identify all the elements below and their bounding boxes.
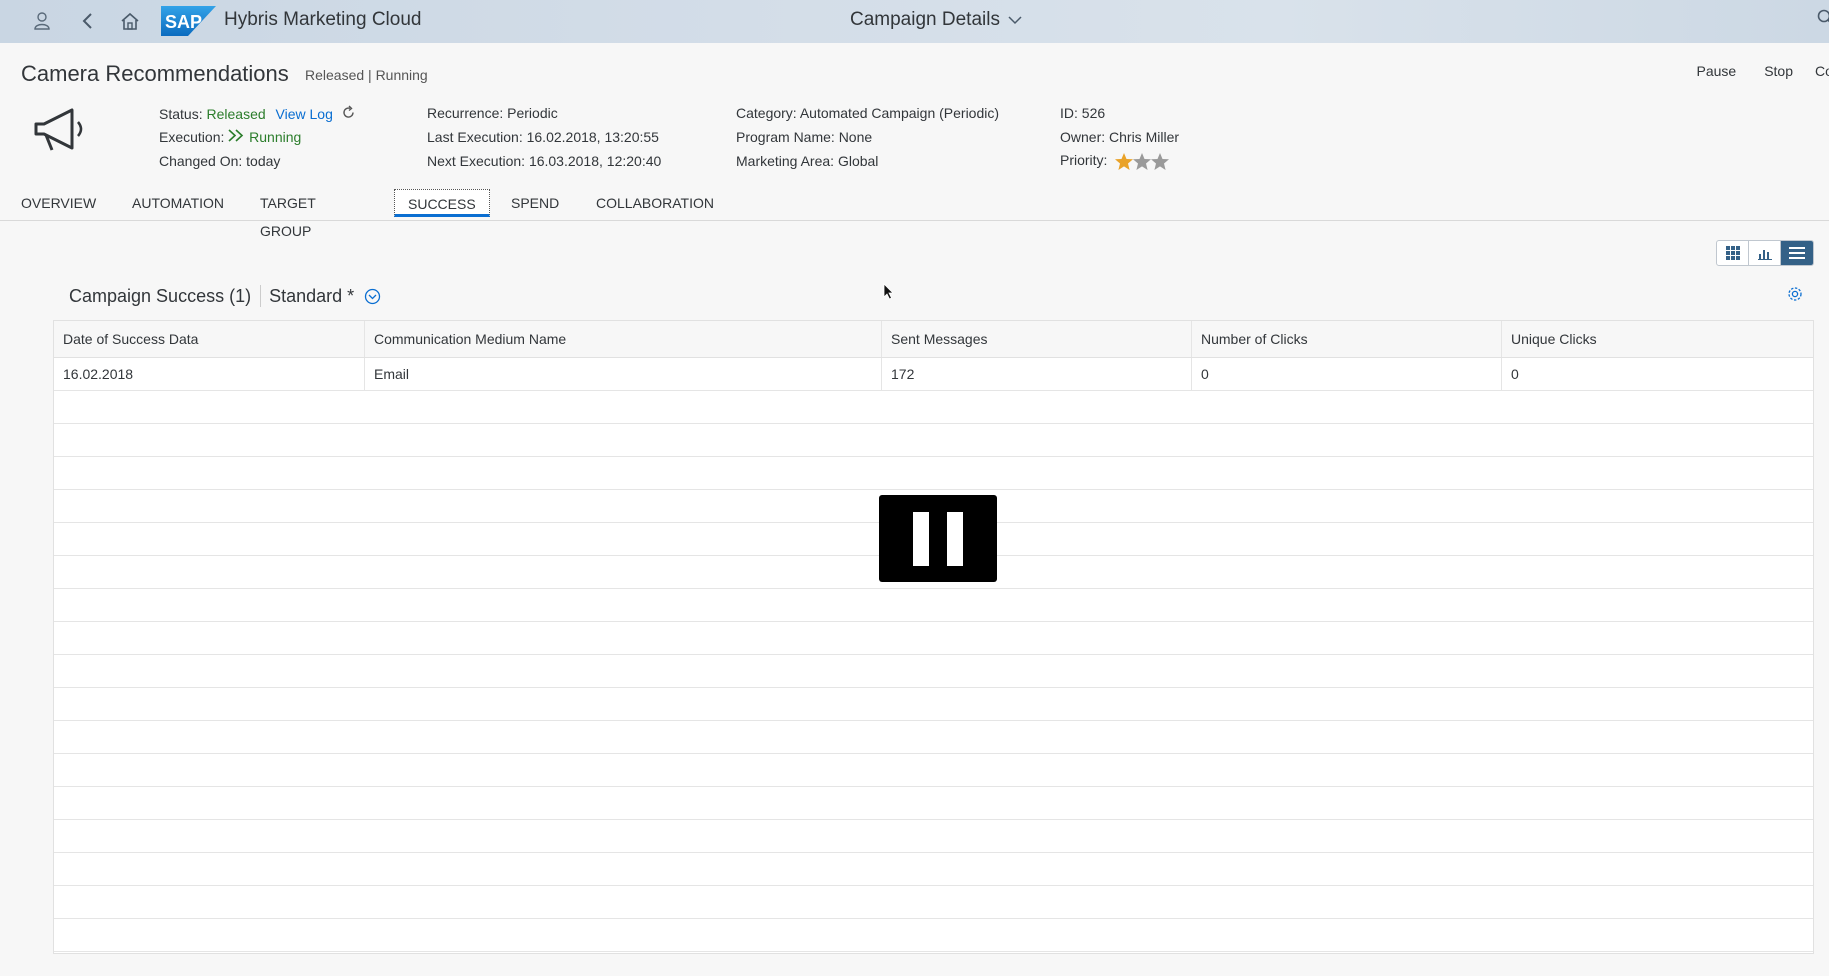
pause-bar [947, 511, 963, 566]
next-execution: Next Execution: 16.03.2018, 12:20:40 [427, 153, 662, 169]
star-filled-icon [1115, 152, 1134, 170]
empty-table-row [54, 886, 1813, 919]
object-title: Camera Recommendations [21, 61, 289, 86]
variant-dropdown-icon[interactable] [364, 288, 381, 305]
page-title-menu[interactable]: Campaign Details [850, 9, 1022, 31]
table-toolbar: Campaign Success (1) Standard * [69, 285, 381, 307]
column-header[interactable]: Date of Success Data [54, 321, 365, 357]
success-table: Date of Success Data Communication Mediu… [53, 320, 1814, 954]
view-log-link[interactable]: View Log [276, 106, 333, 122]
empty-table-row [54, 655, 1813, 688]
priority-rating[interactable] [1115, 152, 1170, 170]
column-header[interactable]: Sent Messages [882, 321, 1192, 357]
column-header[interactable]: Communication Medium Name [365, 321, 882, 357]
table-title: Campaign Success (1) [69, 285, 252, 306]
tab-target-group[interactable]: TARGET GROUP [247, 189, 329, 239]
changed-on: Changed On: today [159, 153, 281, 169]
last-execution: Last Execution: 16.02.2018, 13:20:55 [427, 129, 659, 145]
campaign-id: ID: 526 [1060, 105, 1106, 121]
cell-medium: Email [365, 358, 882, 390]
empty-table-row [54, 919, 1813, 952]
empty-table-row [54, 787, 1813, 820]
table-row[interactable]: 16.02.2018 Email 172 0 0 [54, 358, 1813, 391]
home-icon[interactable] [117, 8, 143, 34]
running-icon [228, 129, 244, 142]
tab-spend[interactable]: SPEND [498, 189, 572, 217]
execution-attr: Execution: Running [159, 129, 301, 145]
recurrence: Recurrence: Periodic [427, 105, 558, 121]
video-pause-overlay[interactable] [879, 495, 997, 582]
column-header[interactable]: Number of Clicks [1192, 321, 1502, 357]
empty-table-row [54, 391, 1813, 424]
empty-table-row [54, 721, 1813, 754]
empty-table-row [54, 853, 1813, 886]
status-value: Released [206, 106, 266, 122]
cell-date: 16.02.2018 [54, 358, 365, 390]
tab-collaboration[interactable]: COLLABORATION [583, 189, 727, 217]
marketing-area: Marketing Area: Global [736, 153, 879, 169]
empty-table-row [54, 424, 1813, 457]
star-empty-icon [1133, 152, 1152, 170]
user-icon[interactable] [29, 8, 55, 34]
priority-attr: Priority: [1060, 152, 1170, 170]
empty-rows [54, 391, 1813, 952]
empty-table-row [54, 622, 1813, 655]
table-header: Date of Success Data Communication Mediu… [54, 321, 1813, 358]
list-icon [1789, 247, 1805, 259]
priority-label: Priority: [1060, 152, 1108, 168]
status-attr: Status: Released View Log [159, 105, 356, 122]
settings-gear-icon[interactable] [1787, 286, 1803, 302]
stop-button[interactable]: Stop [1764, 63, 1793, 79]
status-label: Status: [159, 106, 203, 122]
grid-view-button[interactable] [1717, 241, 1749, 265]
tab-success[interactable]: SUCCESS [394, 189, 490, 217]
table-view-button[interactable] [1781, 241, 1813, 265]
grid-icon [1725, 246, 1740, 260]
tab-automation[interactable]: AUTOMATION [119, 189, 237, 217]
column-header[interactable]: Unique Clicks [1502, 321, 1813, 357]
divider [260, 285, 262, 307]
sap-logo-text: SAP [165, 12, 202, 32]
program-name: Program Name: None [736, 129, 873, 145]
category: Category: Automated Campaign (Periodic) [736, 105, 1000, 121]
cell-sent: 172 [882, 358, 1192, 390]
object-header: Camera Recommendations Released | Runnin… [0, 43, 1829, 239]
more-action-button[interactable]: Co [1815, 63, 1829, 79]
page-title-text: Campaign Details [850, 9, 1000, 30]
execution-value: Running [249, 129, 302, 145]
empty-table-row [54, 754, 1813, 787]
star-empty-icon [1151, 152, 1170, 170]
owner: Owner: Chris Miller [1060, 129, 1180, 145]
megaphone-icon [34, 108, 83, 151]
view-switch [1716, 240, 1814, 266]
execution-label: Execution: [159, 129, 225, 145]
bar-chart-icon [1757, 250, 1772, 260]
header-actions: Pause Stop Co [1668, 63, 1829, 79]
empty-table-row [54, 457, 1813, 490]
pause-button[interactable]: Pause [1696, 63, 1736, 79]
sap-logo[interactable]: SAP [161, 6, 216, 36]
object-status: Released | Running [305, 67, 428, 83]
app-name: Hybris Marketing Cloud [224, 9, 422, 30]
empty-table-row [54, 820, 1813, 853]
pause-bar [913, 511, 929, 566]
tab-overview[interactable]: OVERVIEW [8, 189, 109, 217]
cell-unique-clicks: 0 [1511, 366, 1519, 382]
refresh-icon[interactable] [341, 105, 356, 120]
chevron-down-icon [1008, 15, 1022, 24]
shell-bar: SAP Hybris Marketing Cloud Campaign Deta… [0, 0, 1829, 43]
mouse-cursor-icon [883, 283, 894, 300]
chart-view-button[interactable] [1749, 241, 1781, 265]
empty-table-row [54, 589, 1813, 622]
cell-clicks: 0 [1192, 358, 1502, 390]
empty-table-row [54, 688, 1813, 721]
back-icon[interactable] [74, 8, 100, 34]
search-icon[interactable] [1817, 9, 1829, 32]
variant-name: Standard * [269, 285, 355, 306]
